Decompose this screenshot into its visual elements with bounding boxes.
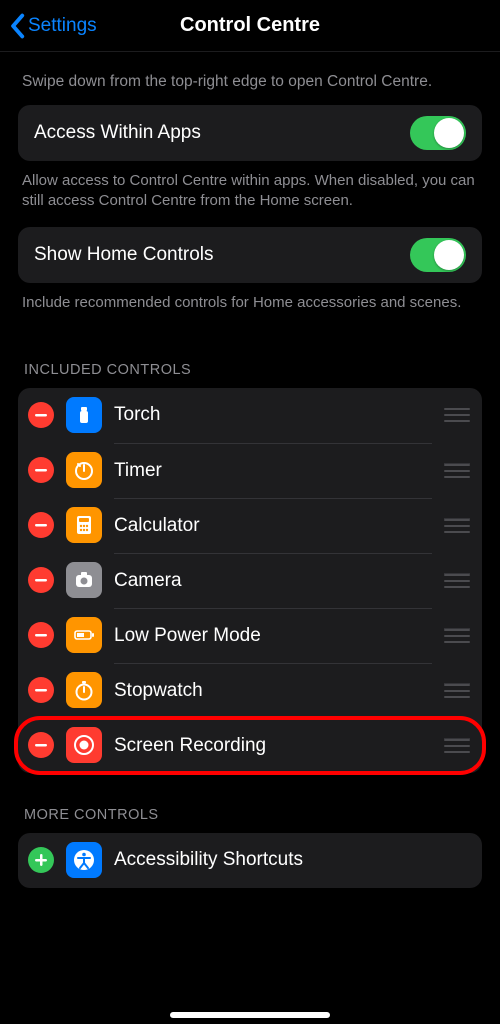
reorder-handle-icon[interactable] bbox=[444, 738, 470, 753]
stopwatch-icon bbox=[66, 672, 102, 708]
remove-control-button[interactable] bbox=[28, 512, 54, 538]
control-row: Stopwatch bbox=[18, 663, 482, 718]
show-home-controls-label: Show Home Controls bbox=[34, 244, 410, 266]
show-home-controls-toggle[interactable] bbox=[410, 238, 466, 272]
reorder-handle-icon[interactable] bbox=[444, 408, 470, 422]
remove-control-button[interactable] bbox=[28, 732, 54, 758]
calculator-icon bbox=[66, 507, 102, 543]
control-row: Low Power Mode bbox=[18, 608, 482, 663]
remove-control-button[interactable] bbox=[28, 457, 54, 483]
control-label: Calculator bbox=[114, 498, 432, 553]
control-label: Accessibility Shortcuts bbox=[114, 833, 470, 888]
included-controls-header: INCLUDED CONTROLS bbox=[18, 314, 482, 388]
show-home-controls-help: Include recommended controls for Home ac… bbox=[18, 283, 482, 313]
accessibility-icon bbox=[66, 842, 102, 878]
reorder-handle-icon[interactable] bbox=[444, 573, 470, 588]
control-label: Low Power Mode bbox=[114, 608, 432, 663]
nav-bar: Settings Control Centre bbox=[0, 0, 500, 52]
more-controls-list: Accessibility Shortcuts bbox=[18, 833, 482, 888]
remove-control-button[interactable] bbox=[28, 622, 54, 648]
control-row: Torch bbox=[18, 388, 482, 443]
control-row: Camera bbox=[18, 553, 482, 608]
remove-control-button[interactable] bbox=[28, 402, 54, 428]
remove-control-button[interactable] bbox=[28, 677, 54, 703]
chevron-left-icon bbox=[8, 13, 26, 39]
more-controls-header: MORE CONTROLS bbox=[18, 773, 482, 833]
reorder-handle-icon[interactable] bbox=[444, 463, 470, 478]
control-row: Calculator bbox=[18, 498, 482, 553]
access-within-apps-cell: Access Within Apps bbox=[18, 105, 482, 161]
access-within-apps-help: Allow access to Control Centre within ap… bbox=[18, 161, 482, 212]
control-row: Timer bbox=[18, 443, 482, 498]
access-within-apps-toggle[interactable] bbox=[410, 116, 466, 150]
remove-control-button[interactable] bbox=[28, 567, 54, 593]
intro-help-text: Swipe down from the top-right edge to op… bbox=[18, 52, 482, 105]
show-home-controls-cell: Show Home Controls bbox=[18, 227, 482, 283]
timer-icon bbox=[66, 452, 102, 488]
control-label: Torch bbox=[114, 388, 432, 443]
control-label: Stopwatch bbox=[114, 663, 432, 718]
torch-icon bbox=[66, 397, 102, 433]
control-row: Accessibility Shortcuts bbox=[18, 833, 482, 888]
control-label: Camera bbox=[114, 553, 432, 608]
add-control-button[interactable] bbox=[28, 847, 54, 873]
control-row: Screen Recording bbox=[18, 718, 482, 773]
control-label: Timer bbox=[114, 443, 432, 498]
reorder-handle-icon[interactable] bbox=[444, 628, 470, 643]
camera-icon bbox=[66, 562, 102, 598]
control-label: Screen Recording bbox=[114, 718, 432, 773]
reorder-handle-icon[interactable] bbox=[444, 683, 470, 698]
home-indicator bbox=[170, 1012, 330, 1018]
back-label: Settings bbox=[28, 15, 97, 37]
included-controls-list: Torch Timer Calculator Camera Low Power … bbox=[18, 388, 482, 773]
battery-icon bbox=[66, 617, 102, 653]
back-button[interactable]: Settings bbox=[8, 13, 97, 39]
access-within-apps-label: Access Within Apps bbox=[34, 122, 410, 144]
record-icon bbox=[66, 727, 102, 763]
reorder-handle-icon[interactable] bbox=[444, 518, 470, 533]
